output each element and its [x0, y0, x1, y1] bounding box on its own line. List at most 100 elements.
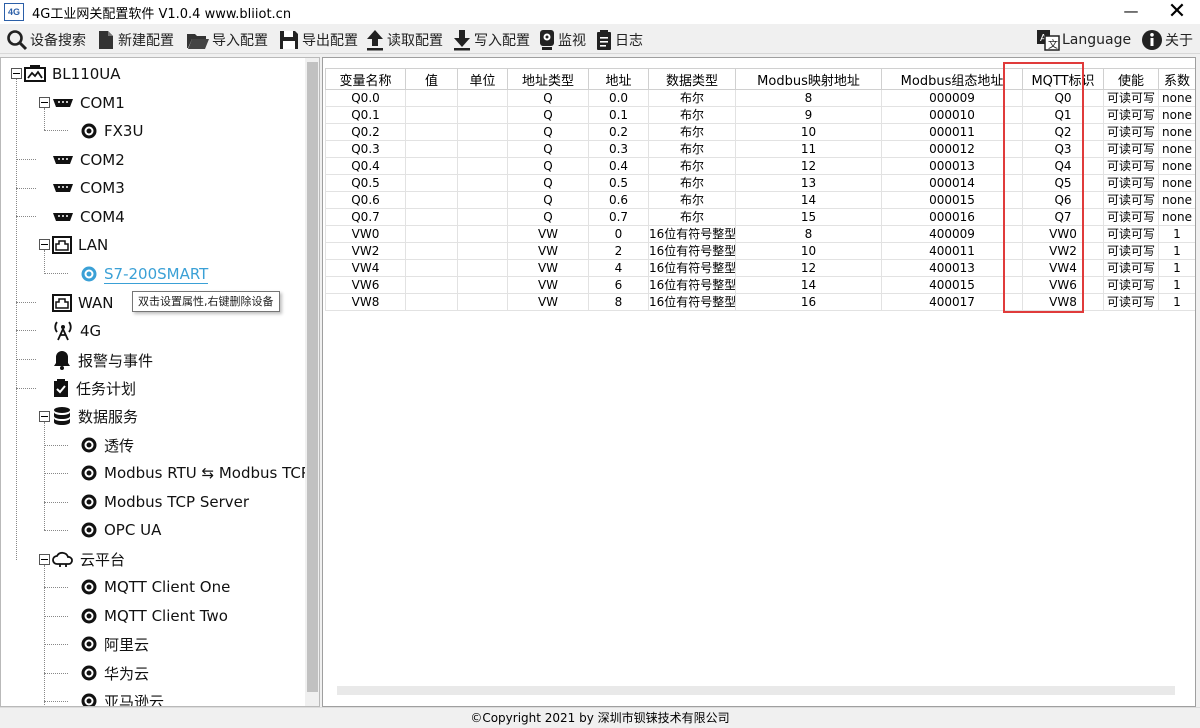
table-cell[interactable]: 1 [1158, 259, 1195, 277]
table-cell[interactable]: VW4 [1022, 259, 1104, 277]
tree-node-task[interactable]: 任务计划 [52, 375, 136, 401]
table-cell[interactable]: 可读可写 [1103, 293, 1159, 311]
table-cell[interactable]: 0.6 [588, 191, 649, 209]
table-cell[interactable]: 16 [735, 293, 882, 311]
grid-horizontal-scrollbar[interactable] [337, 686, 1175, 695]
table-cell[interactable]: none [1158, 174, 1195, 192]
table-cell[interactable] [457, 106, 508, 124]
table-cell[interactable]: 14 [735, 276, 882, 294]
tree-node-huawei[interactable]: 华为云 [80, 660, 149, 686]
table-cell[interactable]: 400011 [881, 242, 1023, 260]
table-row[interactable]: Q0.2 Q 0.2 布尔 10 000011 Q2 可读可写 none [325, 123, 1195, 141]
table-cell[interactable] [405, 276, 458, 294]
table-cell[interactable]: 可读可写 [1103, 242, 1159, 260]
tree-node-modbus-tcp-server[interactable]: Modbus TCP Server [80, 489, 249, 515]
tree-scroll-thumb[interactable] [307, 62, 318, 692]
table-cell[interactable]: 可读可写 [1103, 276, 1159, 294]
tree-node-mqtt-two[interactable]: MQTT Client Two [80, 603, 228, 629]
table-cell[interactable] [457, 276, 508, 294]
collapse-toggle[interactable] [11, 68, 22, 79]
table-cell[interactable]: 1 [1158, 276, 1195, 294]
table-cell[interactable]: 0.4 [588, 157, 649, 175]
table-cell[interactable]: Q0.2 [325, 123, 406, 141]
language-button[interactable]: A文 Language [1036, 28, 1131, 52]
tree-node-cloud[interactable]: 云平台 [52, 546, 125, 572]
table-cell[interactable]: VW [507, 293, 589, 311]
table-row[interactable]: Q0.0 Q 0.0 布尔 8 000009 Q0 可读可写 none [325, 89, 1195, 107]
table-cell[interactable] [405, 259, 458, 277]
table-row[interactable]: VW4 VW 4 16位有符号整型 12 400013 VW4 可读可写 1 [325, 259, 1195, 277]
table-cell[interactable]: 10 [735, 242, 882, 260]
table-cell[interactable]: Q6 [1022, 191, 1104, 209]
table-cell[interactable]: none [1158, 157, 1195, 175]
table-cell[interactable] [457, 259, 508, 277]
column-header[interactable]: 地址类型 [507, 68, 589, 90]
table-cell[interactable]: 8 [735, 225, 882, 243]
tree-node-aliyun[interactable]: 阿里云 [80, 631, 149, 657]
tree-scrollbar[interactable] [305, 58, 319, 706]
table-cell[interactable]: 4 [588, 259, 649, 277]
write-config-button[interactable]: 写入配置 [452, 28, 530, 52]
table-cell[interactable]: 0.0 [588, 89, 649, 107]
tree-node-com1[interactable]: COM1 [52, 90, 125, 116]
table-cell[interactable]: 8 [735, 89, 882, 107]
table-cell[interactable]: 16位有符号整型 [648, 225, 736, 243]
table-cell[interactable] [405, 157, 458, 175]
table-cell[interactable] [457, 225, 508, 243]
close-button[interactable]: ✕ [1154, 0, 1200, 24]
device-search-button[interactable]: 设备搜索 [6, 28, 86, 52]
column-header[interactable]: Modbus组态地址 [881, 68, 1023, 90]
table-cell[interactable]: Q4 [1022, 157, 1104, 175]
tree-node-4g[interactable]: 4G [52, 318, 101, 344]
table-cell[interactable]: 布尔 [648, 191, 736, 209]
table-cell[interactable]: VW0 [325, 225, 406, 243]
table-cell[interactable]: Q0.5 [325, 174, 406, 192]
table-cell[interactable] [405, 174, 458, 192]
table-cell[interactable]: VW8 [325, 293, 406, 311]
table-cell[interactable]: 1 [1158, 242, 1195, 260]
table-cell[interactable]: Q3 [1022, 140, 1104, 158]
table-cell[interactable]: 可读可写 [1103, 191, 1159, 209]
table-row[interactable]: VW6 VW 6 16位有符号整型 14 400015 VW6 可读可写 1 [325, 276, 1195, 294]
import-config-button[interactable]: 导入配置 [186, 28, 268, 52]
table-cell[interactable]: 000013 [881, 157, 1023, 175]
collapse-toggle[interactable] [39, 554, 50, 565]
table-cell[interactable]: Q [507, 208, 589, 226]
tree-node-aws[interactable]: 亚马逊云 [80, 688, 164, 706]
column-header[interactable]: MQTT标识 [1022, 68, 1104, 90]
table-cell[interactable]: 1 [1158, 225, 1195, 243]
table-cell[interactable]: Q1 [1022, 106, 1104, 124]
table-cell[interactable]: none [1158, 191, 1195, 209]
table-cell[interactable]: 布尔 [648, 157, 736, 175]
table-cell[interactable]: none [1158, 89, 1195, 107]
table-cell[interactable]: Q [507, 191, 589, 209]
table-cell[interactable]: 11 [735, 140, 882, 158]
table-cell[interactable]: 16位有符号整型 [648, 293, 736, 311]
table-cell[interactable]: 400015 [881, 276, 1023, 294]
table-cell[interactable]: 400017 [881, 293, 1023, 311]
table-cell[interactable]: Q0.6 [325, 191, 406, 209]
table-cell[interactable] [457, 157, 508, 175]
table-cell[interactable]: 可读可写 [1103, 157, 1159, 175]
export-config-button[interactable]: 导出配置 [278, 28, 358, 52]
collapse-toggle[interactable] [39, 411, 50, 422]
table-row[interactable]: VW8 VW 8 16位有符号整型 16 400017 VW8 可读可写 1 [325, 293, 1195, 311]
table-cell[interactable] [457, 123, 508, 141]
table-cell[interactable]: Q2 [1022, 123, 1104, 141]
table-cell[interactable] [457, 242, 508, 260]
tree-node-alarm[interactable]: 报警与事件 [52, 347, 153, 373]
table-cell[interactable] [457, 174, 508, 192]
table-cell[interactable]: 布尔 [648, 174, 736, 192]
table-cell[interactable] [405, 242, 458, 260]
table-cell[interactable]: 13 [735, 174, 882, 192]
tree-node-wan[interactable]: WAN [52, 290, 114, 316]
table-cell[interactable]: none [1158, 140, 1195, 158]
table-cell[interactable]: Q0.3 [325, 140, 406, 158]
table-cell[interactable] [405, 106, 458, 124]
table-cell[interactable]: Q [507, 89, 589, 107]
column-header[interactable]: 数据类型 [648, 68, 736, 90]
tree-node-com2[interactable]: COM2 [52, 147, 125, 173]
table-cell[interactable] [405, 191, 458, 209]
collapse-toggle[interactable] [39, 97, 50, 108]
column-header[interactable]: 系数 [1158, 68, 1195, 90]
